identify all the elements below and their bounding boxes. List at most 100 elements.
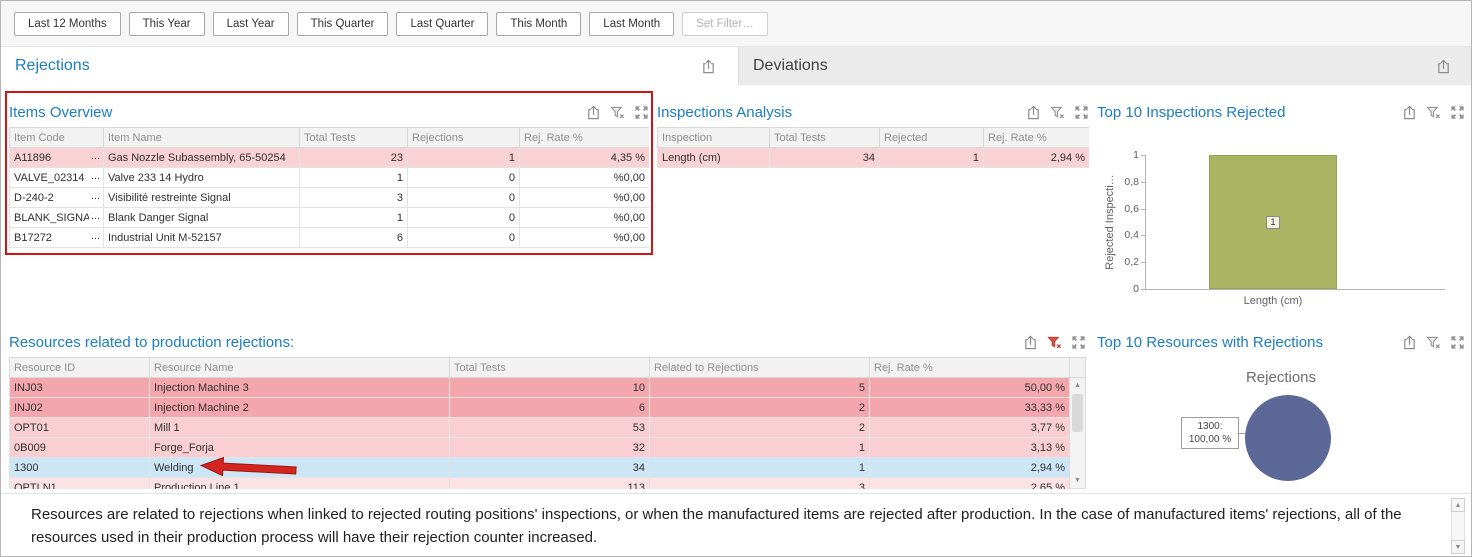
cell-item-name[interactable]: Blank Danger Signal <box>104 208 300 228</box>
cell-rejections[interactable]: 1 <box>408 148 520 168</box>
cell-related[interactable]: 1 <box>650 438 870 458</box>
column-header-rejected[interactable]: Rejected <box>880 128 984 148</box>
cell-total-tests[interactable]: 34 <box>450 458 650 478</box>
cell-related[interactable]: 1 <box>650 458 870 478</box>
cell-rej-rate[interactable]: 2,94 % <box>984 148 1090 168</box>
cell-resource-name[interactable]: Forge_Forja <box>150 438 450 458</box>
cell-total-tests[interactable]: 1 <box>300 208 408 228</box>
cell-item-name[interactable]: Gas Nozzle Subassembly, 65-50254 <box>104 148 300 168</box>
cell-item-code[interactable]: ...VALVE_02314 <box>10 168 104 188</box>
export-icon[interactable] <box>701 59 716 74</box>
cell-rej-rate[interactable]: %0,00 <box>520 208 650 228</box>
cell-rej-rate[interactable]: 50,00 % <box>870 378 1070 398</box>
cell-total-tests[interactable]: 23 <box>300 148 408 168</box>
pie-slice-1300[interactable] <box>1245 395 1331 481</box>
cell-item-name[interactable]: Visibilité restreinte Signal <box>104 188 300 208</box>
cell-rej-rate[interactable]: 3,13 % <box>870 438 1070 458</box>
scroll-down-button[interactable]: ▼ <box>1070 473 1085 488</box>
cell-resource-id[interactable]: OPTLN1 <box>10 478 150 490</box>
filter-button-this-month[interactable]: This Month <box>496 12 581 36</box>
cell-related[interactable]: 3 <box>650 478 870 490</box>
column-header-total-tests[interactable]: Total Tests <box>450 358 650 378</box>
cell-resource-name[interactable]: Injection Machine 3 <box>150 378 450 398</box>
filter-button-last-month[interactable]: Last Month <box>589 12 674 36</box>
table-row[interactable]: OPT01 Mill 1 53 2 3,77 % <box>10 418 1070 438</box>
clear-filter-icon[interactable] <box>1426 105 1441 120</box>
cell-rejections[interactable]: 0 <box>408 168 520 188</box>
cell-total-tests[interactable]: 32 <box>450 438 650 458</box>
maximize-icon[interactable] <box>1450 105 1465 120</box>
cell-related[interactable]: 5 <box>650 378 870 398</box>
cell-item-code[interactable]: ...D-240-2 <box>10 188 104 208</box>
cell-item-code[interactable]: ...B17272 <box>10 228 104 248</box>
cell-resource-id[interactable]: OPT01 <box>10 418 150 438</box>
cell-resource-id[interactable]: INJ03 <box>10 378 150 398</box>
table-row[interactable]: ...B17272 Industrial Unit M-52157 6 0 %0… <box>10 228 650 248</box>
cell-total-tests[interactable]: 113 <box>450 478 650 490</box>
cell-total-tests[interactable]: 6 <box>300 228 408 248</box>
cell-resource-id[interactable]: INJ02 <box>10 398 150 418</box>
cell-rej-rate[interactable]: %0,00 <box>520 188 650 208</box>
cell-rej-rate[interactable]: 4,35 % <box>520 148 650 168</box>
clear-filter-icon[interactable] <box>610 105 625 120</box>
column-header-rej-rate[interactable]: Rej. Rate % <box>984 128 1090 148</box>
filter-button-last-year[interactable]: Last Year <box>213 12 289 36</box>
cell-related[interactable]: 2 <box>650 418 870 438</box>
column-header-rej-rate[interactable]: Rej. Rate % <box>520 128 650 148</box>
column-header-item-code[interactable]: Item Code <box>10 128 104 148</box>
cell-total-tests[interactable]: 34 <box>770 148 880 168</box>
cell-total-tests[interactable]: 53 <box>450 418 650 438</box>
tab-deviations[interactable]: Deviations <box>738 47 1472 85</box>
tab-rejections[interactable]: Rejections <box>1 47 738 85</box>
cell-resource-name[interactable]: Injection Machine 2 <box>150 398 450 418</box>
clear-filter-icon[interactable] <box>1050 105 1065 120</box>
filter-button-last-quarter[interactable]: Last Quarter <box>396 12 488 36</box>
export-icon[interactable] <box>1402 335 1417 350</box>
export-icon[interactable] <box>1026 105 1041 120</box>
cell-resource-name[interactable]: Welding <box>150 458 450 478</box>
maximize-icon[interactable] <box>634 105 649 120</box>
table-row[interactable]: 0B009 Forge_Forja 32 1 3,13 % <box>10 438 1070 458</box>
table-row[interactable]: INJ03 Injection Machine 3 10 5 50,00 % <box>10 378 1070 398</box>
maximize-icon[interactable] <box>1071 335 1086 350</box>
filter-button-this-year[interactable]: This Year <box>129 12 205 36</box>
cell-total-tests[interactable]: 6 <box>450 398 650 418</box>
cell-related[interactable]: 2 <box>650 398 870 418</box>
filter-button-last-12-months[interactable]: Last 12 Months <box>14 12 121 36</box>
clear-filter-icon[interactable] <box>1426 335 1441 350</box>
footer-scroll-up-button[interactable]: ▲ <box>1451 498 1465 512</box>
cell-inspection[interactable]: Length (cm) <box>658 148 770 168</box>
cell-total-tests[interactable]: 3 <box>300 188 408 208</box>
cell-resource-id[interactable]: 0B009 <box>10 438 150 458</box>
maximize-icon[interactable] <box>1450 335 1465 350</box>
cell-rejections[interactable]: 0 <box>408 208 520 228</box>
table-row[interactable]: OPTLN1 Production Line 1 113 3 2,65 % <box>10 478 1070 490</box>
cell-item-name[interactable]: Valve 233 14 Hydro <box>104 168 300 188</box>
cell-resource-id[interactable]: 1300 <box>10 458 150 478</box>
column-header-total-tests[interactable]: Total Tests <box>300 128 408 148</box>
cell-item-code[interactable]: ...BLANK_SIGNAL <box>10 208 104 228</box>
table-row[interactable]: ...A11896 Gas Nozzle Subassembly, 65-502… <box>10 148 650 168</box>
cell-total-tests[interactable]: 10 <box>450 378 650 398</box>
column-header-rej-rate[interactable]: Rej. Rate % <box>870 358 1070 378</box>
table-row[interactable]: INJ02 Injection Machine 2 6 2 33,33 % <box>10 398 1070 418</box>
cell-rejections[interactable]: 0 <box>408 228 520 248</box>
table-row-selected[interactable]: 1300 Welding 34 1 2,94 % <box>10 458 1070 478</box>
export-icon[interactable] <box>1436 59 1451 74</box>
column-header-resource-name[interactable]: Resource Name <box>150 358 450 378</box>
filter-button-this-quarter[interactable]: This Quarter <box>297 12 389 36</box>
table-row[interactable]: ...VALVE_02314 Valve 233 14 Hydro 1 0 %0… <box>10 168 650 188</box>
cell-total-tests[interactable]: 1 <box>300 168 408 188</box>
table-row[interactable]: Length (cm) 34 1 2,94 % <box>658 148 1090 168</box>
scroll-up-button[interactable]: ▲ <box>1070 378 1085 393</box>
table-row[interactable]: ...BLANK_SIGNAL Blank Danger Signal 1 0 … <box>10 208 650 228</box>
cell-rej-rate[interactable]: 2,94 % <box>870 458 1070 478</box>
export-icon[interactable] <box>1402 105 1417 120</box>
table-row[interactable]: ...D-240-2 Visibilité restreinte Signal … <box>10 188 650 208</box>
vertical-scrollbar[interactable]: ▲ ▼ <box>1069 377 1086 489</box>
export-icon[interactable] <box>1023 335 1038 350</box>
cell-rej-rate[interactable]: 3,77 % <box>870 418 1070 438</box>
column-header-inspection[interactable]: Inspection <box>658 128 770 148</box>
column-header-related-to-rejections[interactable]: Related to Rejections <box>650 358 870 378</box>
bar-length-cm[interactable]: 1 <box>1209 155 1337 289</box>
